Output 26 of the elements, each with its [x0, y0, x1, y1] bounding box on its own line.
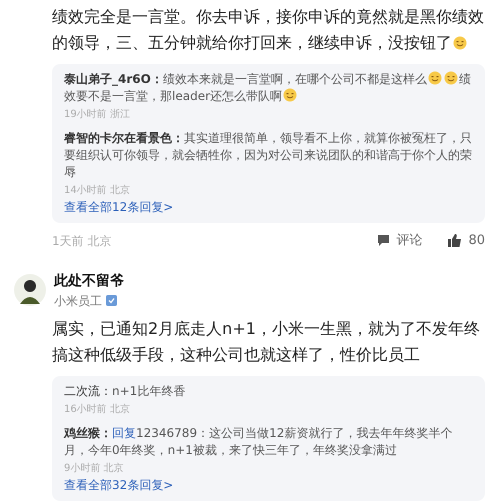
view-replies-link[interactable]: 查看全部12条回复> — [64, 198, 473, 216]
thumbs-up-icon[interactable] — [448, 234, 462, 248]
user-subtitle: 小米员工 — [54, 292, 102, 310]
reply-text: 鸡丝猴：回复12346789：这公司当做12薪资就行了，我去年年终奖半个月，今年0年终奖，n+1被裁，来了快三年了，年终奖没拿满过 — [64, 424, 454, 458]
like-count: 80 — [468, 232, 485, 250]
reply-text: 二次流：n+1比年终香 — [64, 382, 186, 400]
comment-text: 属实，已通知2月底走人n+1，小米一生黑，就为了不发年终搞这种低级手段，这种公司也就这样了，性价比员工 — [52, 318, 481, 366]
emoji-icon — [283, 88, 298, 102]
user-name[interactable]: 此处不留爷 — [54, 270, 124, 292]
reply-meta: 16小时前 北京 — [64, 402, 131, 416]
emoji-icon — [444, 71, 458, 85]
view-replies-link[interactable]: 查看全部32条回复> — [64, 476, 473, 494]
reply-meta: 14小时前 北京 — [64, 184, 131, 198]
reply-meta: 19小时前 浙江 — [64, 108, 131, 122]
verified-icon — [106, 295, 117, 306]
comment-text: 绩效完全是一言堂。你去申诉，接你申诉的竟然就是黑你绩效的领导，三、五分钟就给你打回来，继续申诉，没按钮了 — [52, 6, 485, 54]
reply-text: 泰山弟子_4r6O：绩效本来就是一言堂啊，在哪个公司不都是这样么 绩效要不是一言堂，那leader还怎么带队啊 — [64, 71, 472, 105]
emoji-icon — [453, 36, 467, 50]
avatar-icon — [14, 274, 46, 306]
reply-text: 睿智的卡尔在看景色：其实道理很简单，领导看不上你，就算你被冤枉了，只要组织认可你领导，就会牺牲你，因为对公司来说团队的和谐高于你个人的荣辱 — [64, 130, 473, 181]
comment-meta: 1天前 北京 — [52, 232, 112, 250]
comment-label[interactable]: 评论 — [396, 231, 422, 250]
reply-link[interactable]: 回复 — [112, 426, 136, 440]
comment-icon[interactable] — [377, 234, 390, 248]
reply-meta: 9小时前 北京 — [64, 462, 125, 476]
emoji-icon — [428, 71, 442, 85]
